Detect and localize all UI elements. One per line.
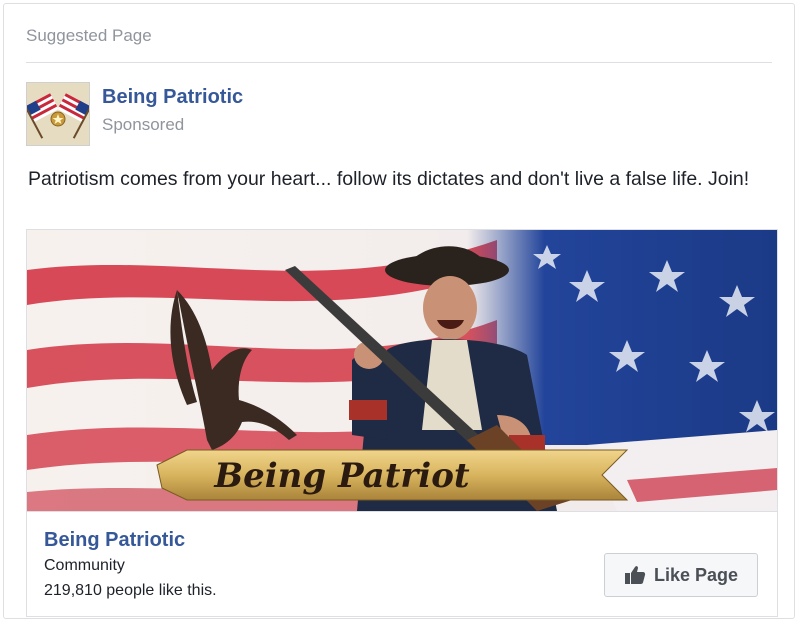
ad-media-card[interactable]: Being Patriot Being Patriotic Community … [26, 229, 778, 617]
thumbs-up-icon [624, 565, 646, 585]
patriot-hero-image: Being Patriot [27, 230, 777, 511]
crossed-flags-icon [27, 83, 89, 145]
suggested-page-card: Suggested Page Being Patriotic Sponsored… [3, 3, 795, 619]
post-text: Patriotism comes from your heart... foll… [28, 168, 750, 190]
suggested-page-label: Suggested Page [26, 26, 152, 45]
sponsored-label: Sponsored [102, 115, 185, 134]
page-name-link[interactable]: Being Patriotic [102, 86, 243, 109]
footer-category: Community [44, 557, 125, 574]
like-page-button-label: Like Page [653, 564, 739, 585]
page-avatar[interactable] [26, 82, 90, 146]
media-footer: Being Patriotic Community 219,810 people… [27, 511, 777, 616]
footer-page-name[interactable]: Being Patriotic [44, 529, 185, 552]
footer-likes-count: 219,810 people like this. [44, 582, 217, 599]
like-page-button[interactable]: Like Page [604, 553, 758, 597]
header-divider [26, 62, 772, 63]
hero-banner-text: Being Patriot [213, 456, 470, 496]
